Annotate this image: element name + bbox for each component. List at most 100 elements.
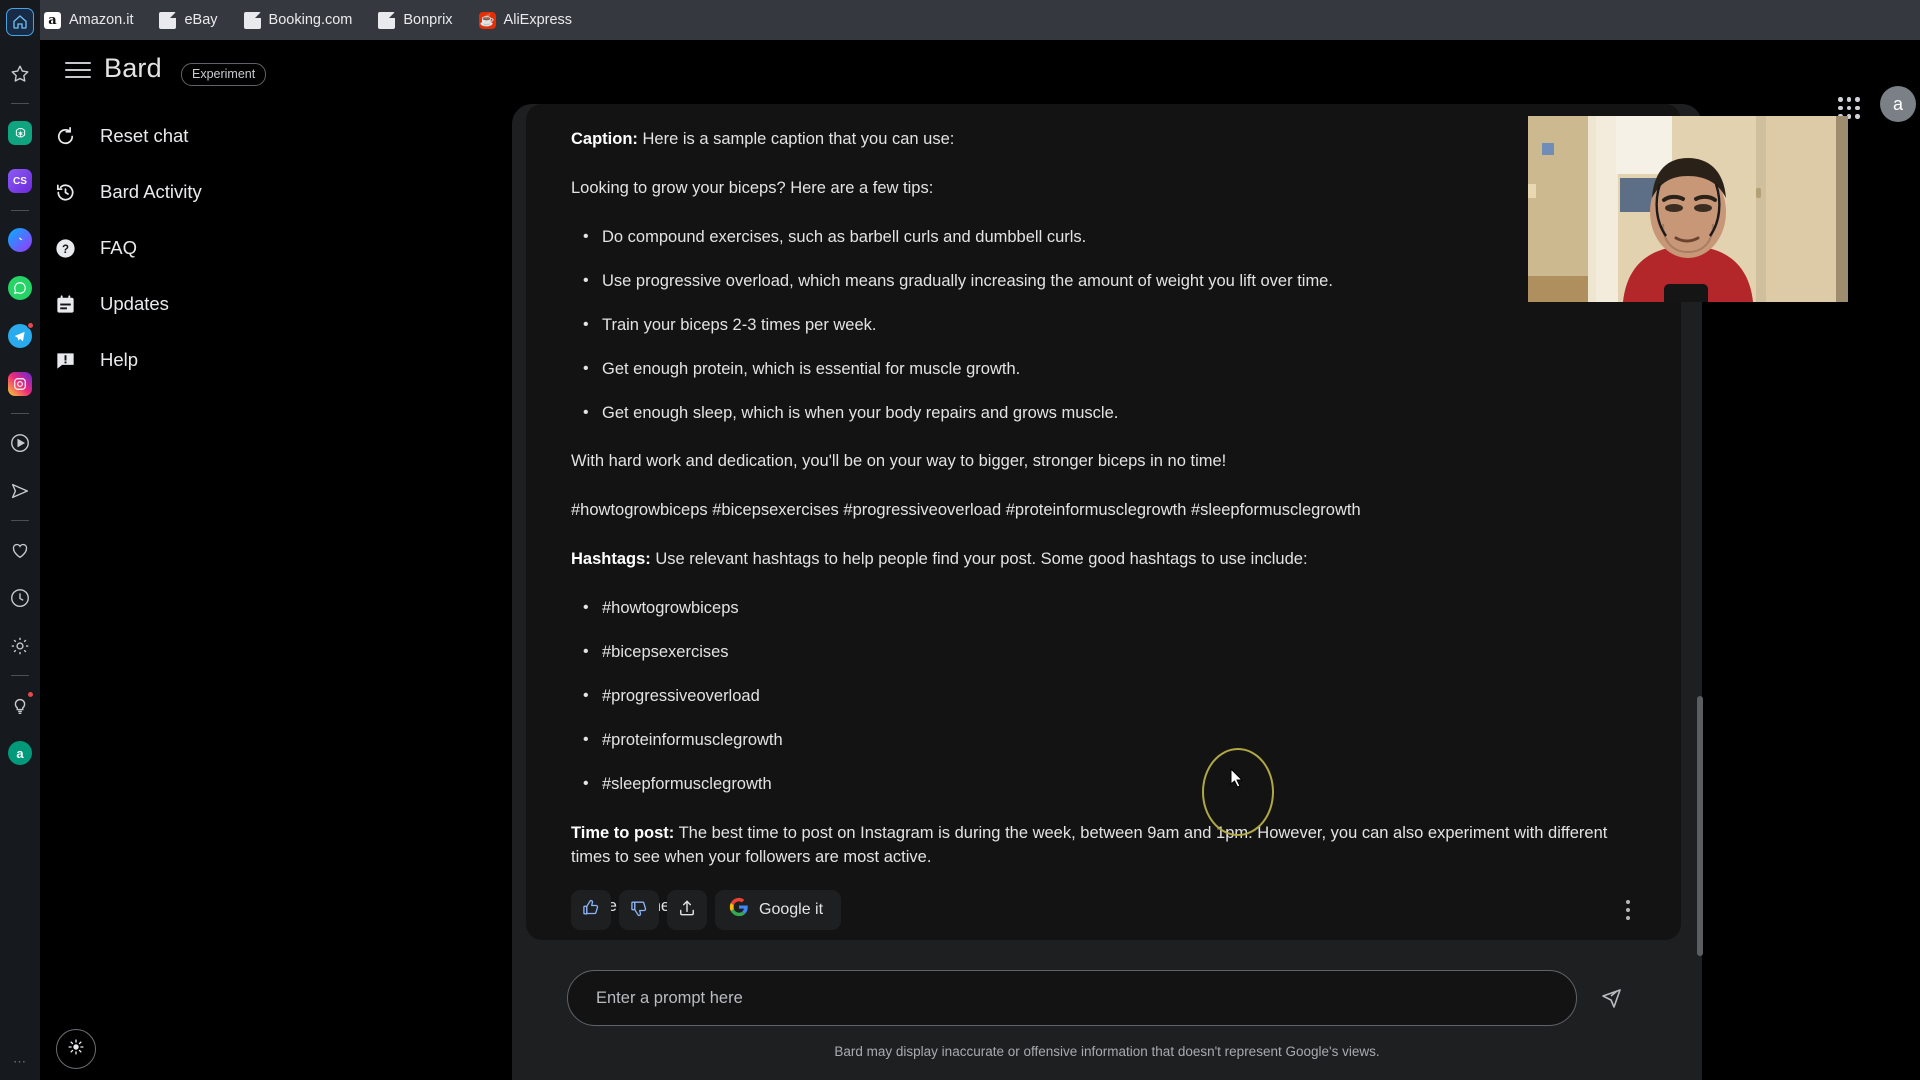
notification-badge [27,691,34,698]
a-avatar-icon[interactable]: a [7,740,33,766]
caption-text: Here is a sample caption that you can us… [637,130,955,148]
tips-list: Do compound exercises, such as barbell c… [571,225,1636,426]
closing-paragraph: With hard work and dedication, you'll be… [571,452,1227,471]
rail-divider [11,520,29,521]
list-item: #bicepsexercises [571,640,1636,665]
send-prompt-button[interactable] [1598,985,1626,1013]
time-to-post-label: Time to post: [571,823,675,842]
instagram-icon[interactable] [7,371,33,397]
bookmark-label: eBay [184,12,218,28]
more-vertical-icon[interactable] [1615,892,1641,928]
time-to-post-paragraph: Time to post: The best time to post on I… [571,822,1636,870]
intro-paragraph: Looking to grow your biceps? Here are a … [571,178,934,197]
time-to-post-text: The best time to post on Instagram is du… [571,823,1608,866]
send-icon[interactable] [7,478,33,504]
theme-toggle-button[interactable] [56,1029,96,1069]
rail-overflow-icon[interactable]: ⋯ [13,1054,27,1070]
webcam-overlay [1528,116,1848,302]
hashtags-text: Use relevant hashtags to help people fin… [650,550,1308,569]
hashtags-list: #howtogrowbiceps #bicepsexercises #progr… [571,596,1636,797]
thumbs-up-icon [581,898,601,923]
whatsapp-icon[interactable] [7,275,33,301]
browser-window: a Amazon.it eBay Booking.com Bonprix ☕ A… [0,0,1920,1080]
sidebar-item-bard-activity[interactable]: Bard Activity [52,174,382,210]
caption-paragraph: Caption: Here is a sample caption that y… [571,128,1636,152]
share-upload-icon [677,898,697,923]
reset-icon [52,123,78,149]
thumbs-down-button[interactable] [619,890,659,930]
thumbs-up-button[interactable] [571,890,611,930]
chat-panel: Caption: Here is a sample caption that y… [512,104,1702,1080]
sidebar-item-help[interactable]: Help [52,342,382,378]
disclaimer-text: Bard may display inaccurate or offensive… [834,1044,1380,1059]
list-item: Get enough protein, which is essential f… [571,357,1636,382]
bookmark-label: AliExpress [503,12,573,28]
search-input[interactable] [596,988,1548,1008]
help-bubble-icon [52,347,78,373]
bookmark-bonprix[interactable]: Bonprix [378,11,453,29]
rail-divider [11,210,29,211]
list-item: Use progressive overload, which means gr… [571,269,1636,294]
list-item: #proteinformusclegrowth [571,728,1636,753]
bookmark-label: Amazon.it [69,12,134,28]
response-body: Caption: Here is a sample caption that y… [571,128,1636,944]
response-action-bar: Google it [571,890,842,930]
play-circle-icon[interactable] [7,430,33,456]
heart-icon[interactable] [7,537,33,563]
list-item: #progressiveoverload [571,684,1636,709]
caption-label: Caption: [571,130,638,148]
send-icon [1600,985,1624,1014]
cs-icon[interactable]: CS [7,168,33,194]
page-favicon [159,11,177,29]
sidebar-item-label: FAQ [100,237,138,258]
list-item: #howtogrowbiceps [571,596,1636,621]
bookmark-bar: a Amazon.it eBay Booking.com Bonprix ☕ A… [0,0,1920,40]
avatar[interactable]: a [1880,86,1916,122]
rail-divider [11,675,29,676]
notification-badge [27,322,34,329]
amazon-favicon: a [44,11,61,29]
sidebar-item-faq[interactable]: ? FAQ [52,230,382,266]
bard-sidebar: Reset chat Bard Activity ? FAQ Updates H… [52,118,382,398]
svg-text:?: ? [61,243,68,255]
openai-icon[interactable] [7,120,33,146]
lightbulb-icon[interactable] [7,691,34,718]
google-it-button[interactable]: Google it [715,890,842,930]
gear-icon[interactable] [7,633,33,659]
list-item: Do compound exercises, such as barbell c… [571,225,1636,250]
experiment-badge: Experiment [181,63,267,86]
hashtags-label: Hashtags: [571,550,651,569]
bookmark-amazon[interactable]: a Amazon.it [44,11,134,29]
cursor-highlight-ring [1202,748,1274,836]
webcam-video [1528,116,1848,302]
messenger-icon[interactable] [7,227,33,253]
prompt-input-box[interactable] [567,970,1577,1026]
response-card: Caption: Here is a sample caption that y… [526,104,1681,940]
bookmark-label: Booking.com [268,12,353,28]
bookmark-booking[interactable]: Booking.com [243,11,353,29]
clock-icon[interactable] [7,585,33,611]
bookmark-ebay[interactable]: eBay [159,11,218,29]
star-icon[interactable] [7,61,33,87]
bookmark-aliexpress[interactable]: ☕ AliExpress [478,11,573,29]
rail-divider [11,413,29,414]
sidebar-item-label: Updates [100,293,169,314]
home-icon[interactable] [6,8,34,36]
share-button[interactable] [667,890,707,930]
page-favicon [378,11,396,29]
sidebar-item-label: Help [100,349,139,370]
history-icon [52,179,78,205]
sidebar-item-reset-chat[interactable]: Reset chat [52,118,382,154]
hashtag-line: #howtogrowbiceps #bicepsexercises #progr… [571,501,1361,520]
bard-header: Bard Experiment a [40,40,1920,122]
mouse-cursor [1230,767,1244,788]
scrollbar-thumb[interactable] [1697,696,1703,956]
app-rail: CS a ⋯ [0,0,40,1080]
question-mark-icon: ? [52,235,78,261]
rail-account-letter: a [8,741,32,765]
thumbs-down-icon [629,898,649,923]
sidebar-item-updates[interactable]: Updates [52,286,382,322]
hamburger-icon[interactable] [65,57,91,83]
telegram-icon[interactable] [7,322,34,349]
calendar-icon [52,291,78,317]
